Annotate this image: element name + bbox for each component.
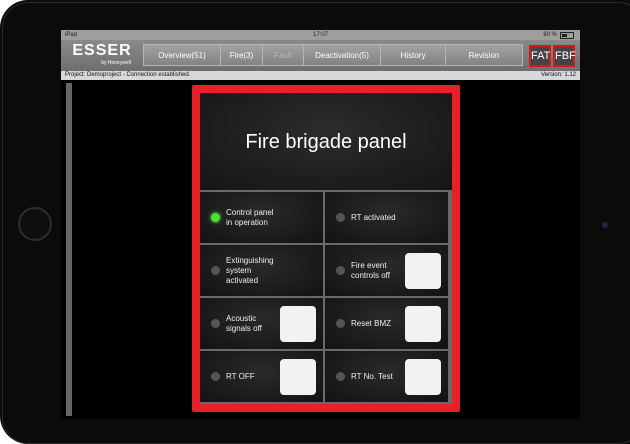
info-bar: Project: Demoproject - Connection establ… <box>61 71 580 80</box>
rt-no-test-button[interactable] <box>405 359 441 395</box>
battery-percent: 60 % <box>543 32 557 38</box>
cell-fire-event-controls: Fire event controls off <box>325 245 448 296</box>
fire-event-controls-button[interactable] <box>405 253 441 289</box>
fire-brigade-panel: Fire brigade panel Control panel in oper… <box>192 85 460 412</box>
rt-off-button[interactable] <box>280 359 316 395</box>
cell-acoustic-signals: Acoustic signals off <box>200 298 323 349</box>
cell-label: RT activated <box>351 212 396 222</box>
fat-button[interactable]: FAT <box>529 45 551 67</box>
cell-rt-activated: RT activated <box>325 192 448 243</box>
cell-rt-off: RT OFF <box>200 351 323 402</box>
tab-fault[interactable]: Fault <box>262 44 304 66</box>
led-indicator <box>211 213 220 222</box>
panel-body: Fire brigade panel Control panel in oper… <box>200 93 452 404</box>
tab-deactivation[interactable]: Deactivation(5) <box>303 44 381 66</box>
led-indicator <box>211 319 220 328</box>
cell-label: Acoustic signals off <box>226 313 262 333</box>
app-header: ESSER by Honeywell Overview(51) Fire(3) … <box>61 40 580 71</box>
led-indicator <box>336 266 345 275</box>
scrollbar[interactable] <box>66 83 72 416</box>
cell-reset-bmz: Reset BMZ <box>325 298 448 349</box>
tab-history[interactable]: History <box>380 44 446 66</box>
cell-extinguishing: Extinguishing system activated <box>200 245 323 296</box>
fbf-button[interactable]: FBF <box>553 45 576 67</box>
acoustic-signals-button[interactable] <box>280 306 316 342</box>
logo-name: ESSER <box>72 42 132 59</box>
tab-overview[interactable]: Overview(51) <box>143 44 221 66</box>
status-bar: iPad 17:07 60 % <box>61 30 580 40</box>
led-indicator <box>211 372 220 381</box>
tab-fire[interactable]: Fire(3) <box>220 44 263 66</box>
ipad-frame: iPad 17:07 60 % ESSER by Honeywell Overv… <box>0 0 630 444</box>
esser-logo: ESSER by Honeywell <box>67 42 137 69</box>
cell-label: Reset BMZ <box>351 318 392 328</box>
clock: 17:07 <box>312 32 328 38</box>
cell-label: RT No. Test <box>351 371 393 381</box>
cell-label: Extinguishing system activated <box>226 255 274 285</box>
led-indicator <box>336 372 345 381</box>
screen: iPad 17:07 60 % ESSER by Honeywell Overv… <box>61 30 580 419</box>
led-indicator <box>211 266 220 275</box>
cell-label: RT OFF <box>226 371 255 381</box>
project-status: Project: Demoproject - Connection establ… <box>65 72 191 78</box>
nav-tabs: Overview(51) Fire(3) Fault Deactivation(… <box>143 44 523 66</box>
camera-icon <box>602 222 608 228</box>
panel-grid: Control panel in operation RT activated … <box>200 192 452 402</box>
led-indicator <box>336 319 345 328</box>
battery-icon <box>560 31 574 39</box>
cell-control-panel: Control panel in operation <box>200 192 323 243</box>
cell-label: Control panel in operation <box>226 207 274 227</box>
home-button[interactable] <box>18 207 52 241</box>
cell-rt-no-test: RT No. Test <box>325 351 448 402</box>
cell-label: Fire event controls off <box>351 260 390 280</box>
panel-title: Fire brigade panel <box>245 131 407 153</box>
tab-revision[interactable]: Revision <box>445 44 523 66</box>
reset-bmz-button[interactable] <box>405 306 441 342</box>
led-indicator <box>336 213 345 222</box>
battery-status: 60 % <box>543 30 574 40</box>
logo-sub: by Honeywell <box>101 60 131 66</box>
version-label: Version: 1.12 <box>540 72 576 78</box>
panel-header: Fire brigade panel <box>200 93 452 190</box>
